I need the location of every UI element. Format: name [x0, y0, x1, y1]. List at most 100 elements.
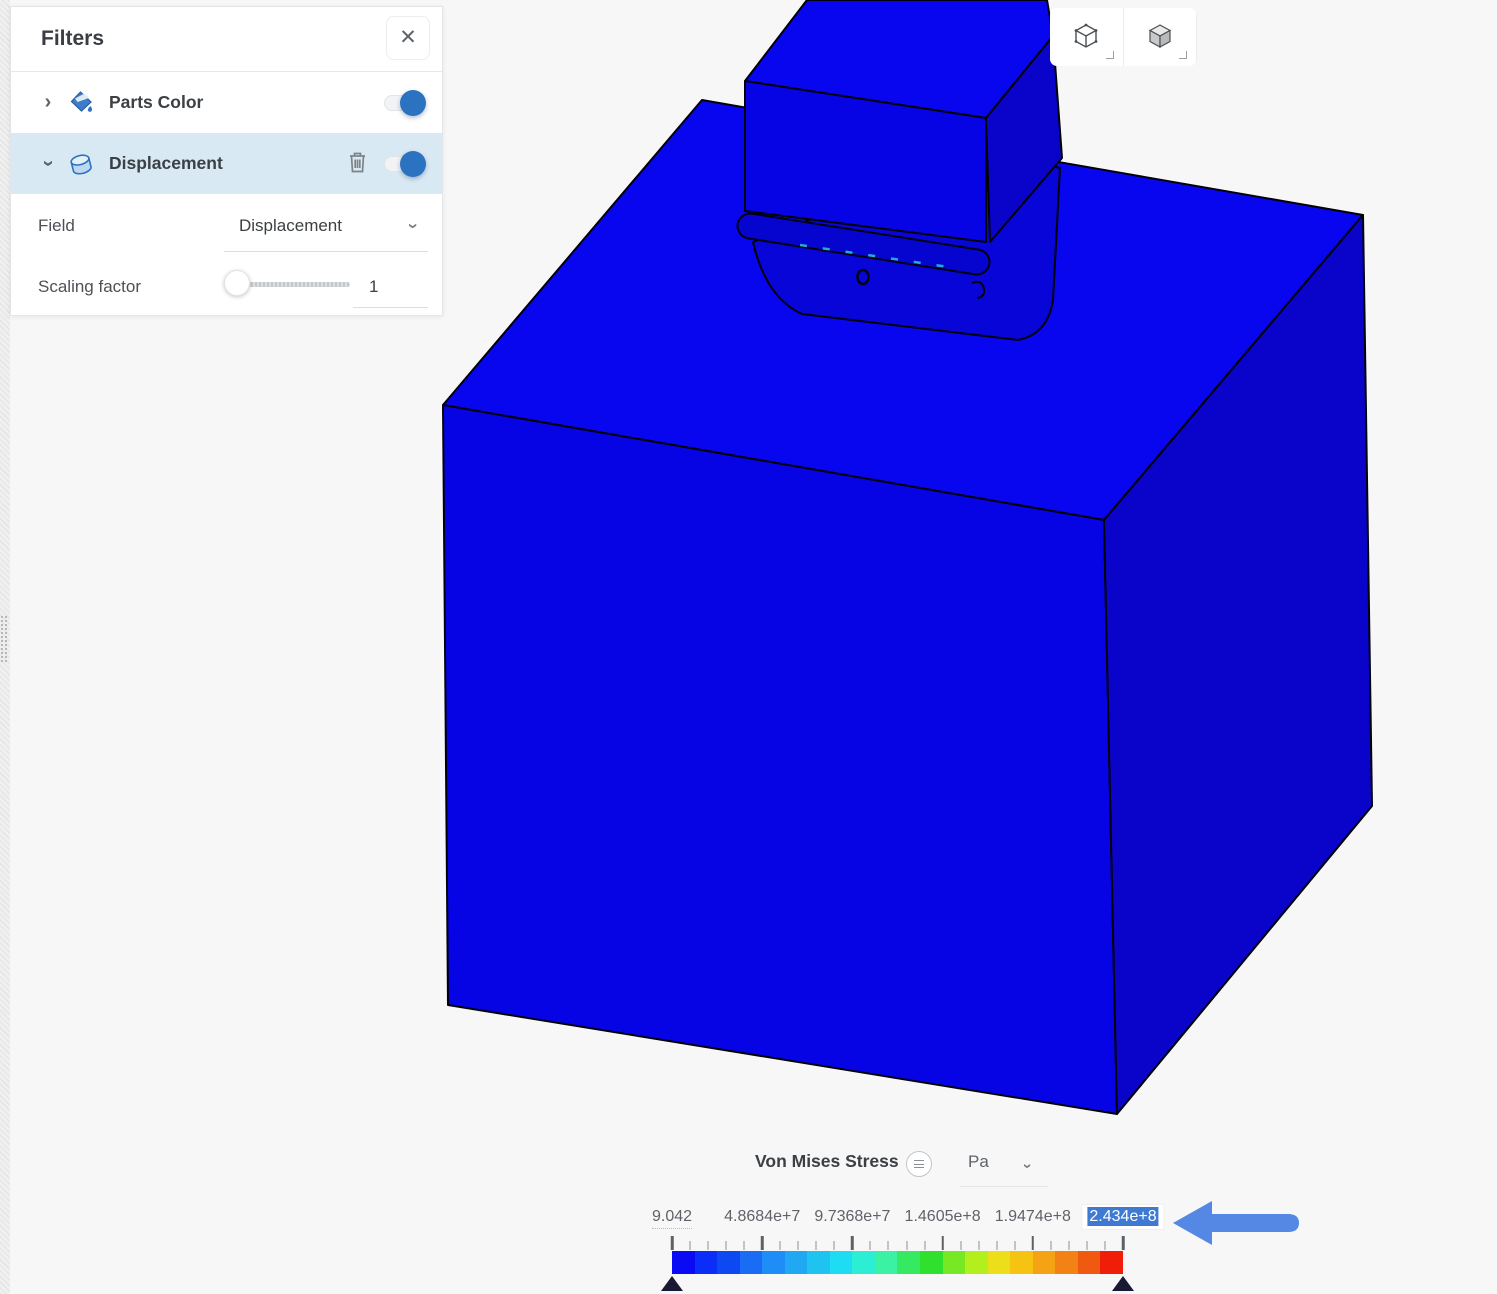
- legend-tick-label: 4.8684e+7: [724, 1208, 800, 1226]
- colorbar-tick: [960, 1241, 962, 1250]
- legend-tick-label: 9.7368e+7: [814, 1208, 890, 1226]
- filter-row-displacement[interactable]: › Displacement: [11, 133, 442, 194]
- legend-tick-label: 1.9474e+8: [995, 1208, 1071, 1226]
- colorbar-segment: [830, 1251, 853, 1274]
- wireframe-cube-icon: [1069, 19, 1103, 56]
- legend-min-value[interactable]: 9.042: [652, 1208, 692, 1229]
- scaling-factor-label: Scaling factor: [38, 277, 141, 297]
- colorbar-labels: 2.434e+8 9.0424.8684e+79.7368e+71.4605e+…: [672, 1205, 1123, 1235]
- colorbar-segment: [920, 1251, 943, 1274]
- colorbar-tick: [978, 1241, 980, 1250]
- colorbar-segment: [943, 1251, 966, 1274]
- submenu-corner-icon: [1106, 51, 1114, 59]
- annotation-arrow-icon: [1166, 1192, 1306, 1250]
- scaling-factor-value[interactable]: 1: [369, 277, 378, 297]
- legend-title: Von Mises Stress: [755, 1151, 899, 1172]
- colorbar-tick: [941, 1236, 944, 1250]
- perspective-view-button[interactable]: [1050, 8, 1123, 66]
- colorbar-tick: [743, 1241, 745, 1250]
- colorbar-segment: [672, 1251, 695, 1274]
- colorbar-segment: [897, 1251, 920, 1274]
- colorbar-segment: [1100, 1251, 1123, 1274]
- trash-icon: [347, 150, 368, 177]
- colorbar-segment: [740, 1251, 763, 1274]
- colorbar-tick: [1068, 1241, 1070, 1250]
- legend-max-input[interactable]: 2.434e+8: [1082, 1205, 1163, 1229]
- colorbar-tick: [761, 1236, 764, 1250]
- filter-row-label: Parts Color: [109, 92, 203, 113]
- filter-row-parts-color[interactable]: › Parts Color: [11, 72, 442, 133]
- colorbar-max-handle[interactable]: [1112, 1276, 1134, 1291]
- application-window: Filters ✕ › Parts Color ›: [0, 0, 1497, 1294]
- cylinder-icon: [67, 150, 95, 178]
- parts-color-toggle[interactable]: [384, 90, 426, 116]
- colorbar-tick: [996, 1241, 998, 1250]
- colorbar-segment: [762, 1251, 785, 1274]
- colorbar-tick: [797, 1241, 799, 1250]
- unit-value: Pa: [968, 1152, 989, 1172]
- colorbar-segment: [717, 1251, 740, 1274]
- colorbar-tick: [869, 1241, 871, 1250]
- close-button[interactable]: ✕: [386, 16, 430, 60]
- field-label: Field: [38, 216, 75, 236]
- field-underline: [224, 251, 428, 252]
- chevron-down-icon: ›: [1018, 1159, 1036, 1173]
- unit-dropdown[interactable]: Pa ›: [960, 1149, 1048, 1187]
- main-cube-front-face: [443, 405, 1117, 1114]
- paint-bucket-icon: [67, 89, 95, 117]
- colorbar-segment: [785, 1251, 808, 1274]
- colorbar-tick: [707, 1241, 709, 1250]
- field-dropdown[interactable]: Displacement: [239, 216, 342, 236]
- scaling-underline: [353, 307, 428, 308]
- colorbar-tick: [924, 1241, 926, 1250]
- colorbar-tick: [1104, 1241, 1106, 1250]
- colorbar-tick: [671, 1236, 674, 1250]
- colorbar-tick: [851, 1236, 854, 1250]
- displacement-toggle[interactable]: [384, 151, 426, 177]
- chevron-right-icon: ›: [41, 91, 55, 114]
- colorbar-tick: [1032, 1236, 1035, 1250]
- colorbar-segment: [807, 1251, 830, 1274]
- filters-panel: Filters ✕ › Parts Color ›: [10, 6, 443, 316]
- view-toolbar: [1050, 8, 1196, 66]
- scaling-slider-knob[interactable]: [224, 270, 250, 296]
- stress-colorbar[interactable]: [672, 1251, 1123, 1274]
- colorbar-tick: [779, 1241, 781, 1250]
- colorbar-segment: [1010, 1251, 1033, 1274]
- colorbar-segment: [1078, 1251, 1101, 1274]
- colorbar-tick: [833, 1241, 835, 1250]
- colorbar-tick: [689, 1241, 691, 1250]
- colorbar-tick: [1086, 1241, 1088, 1250]
- colorbar-tick: [815, 1241, 817, 1250]
- legend-max-value: 2.434e+8: [1087, 1207, 1158, 1226]
- colorbar-tick: [1050, 1241, 1052, 1250]
- chevron-down-icon: ›: [403, 219, 424, 233]
- colorbar-tick: [1014, 1241, 1016, 1250]
- colorbar-segment: [965, 1251, 988, 1274]
- colorbar-min-handle[interactable]: [661, 1276, 683, 1291]
- colorbar-segment: [852, 1251, 875, 1274]
- panel-resize-handle[interactable]: [0, 616, 8, 662]
- colorbar-segment: [875, 1251, 898, 1274]
- legend-menu-button[interactable]: [906, 1151, 932, 1177]
- colorbar-segment: [1055, 1251, 1078, 1274]
- colorbar-ticks: [672, 1236, 1123, 1250]
- shaded-view-button[interactable]: [1123, 8, 1197, 66]
- chevron-down-icon: ›: [37, 157, 60, 171]
- scaling-slider-track[interactable]: [243, 282, 350, 287]
- shaded-cube-icon: [1143, 19, 1177, 56]
- colorbar-tick: [887, 1241, 889, 1250]
- scaling-factor-row: Scaling factor 1: [11, 258, 442, 315]
- submenu-corner-icon: [1179, 51, 1187, 59]
- legend-tick-label: 1.4605e+8: [905, 1208, 981, 1226]
- filter-row-label: Displacement: [109, 153, 223, 174]
- panel-title: Filters: [41, 27, 104, 51]
- colorbar-tick: [725, 1241, 727, 1250]
- filters-panel-header: Filters ✕: [11, 7, 442, 72]
- colorbar-segment: [988, 1251, 1011, 1274]
- colorbar-segment: [695, 1251, 718, 1274]
- colorbar-tick: [906, 1241, 908, 1250]
- colorbar-segment: [1033, 1251, 1056, 1274]
- delete-filter-button[interactable]: [346, 152, 368, 176]
- field-row: Field Displacement ›: [11, 194, 442, 258]
